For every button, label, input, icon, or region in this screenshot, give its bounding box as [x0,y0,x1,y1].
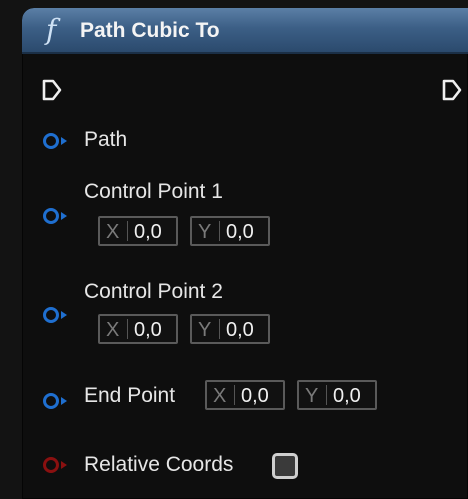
control-point-1-x-field[interactable]: X 0,0 [98,216,178,246]
exec-input-pin-icon[interactable] [42,79,62,101]
node-header[interactable]: f Path Cubic To [22,8,468,54]
end-point-label: End Point [84,384,176,407]
control-point-2-y-field[interactable]: Y 0,0 [190,314,270,344]
blueprint-node[interactable]: f Path Cubic To Path Control Point 1 X 0… [22,8,468,499]
exec-output-pin-icon[interactable] [442,79,462,101]
control-point-1-y-field[interactable]: Y 0,0 [190,216,270,246]
control-point-2-x-field[interactable]: X 0,0 [98,314,178,344]
relative-coords-label: Relative Coords [84,453,234,476]
control-point-2-label: Control Point 2 [84,280,223,303]
relative-coords-pin-icon[interactable] [42,456,70,474]
control-point-1-pin-icon[interactable] [42,207,70,225]
end-point-y-field[interactable]: Y 0,0 [297,380,377,410]
relative-coords-checkbox[interactable] [272,453,298,479]
path-label: Path [84,128,128,151]
control-point-2-pin-icon[interactable] [42,306,70,324]
control-point-1-label: Control Point 1 [84,180,223,203]
graph-canvas: f Path Cubic To Path Control Point 1 X 0… [0,0,468,499]
path-pin-icon[interactable] [42,132,70,150]
end-point-pin-icon[interactable] [42,392,70,410]
end-point-x-field[interactable]: X 0,0 [205,380,285,410]
node-title: Path Cubic To [80,19,220,42]
function-icon: f [46,13,57,46]
